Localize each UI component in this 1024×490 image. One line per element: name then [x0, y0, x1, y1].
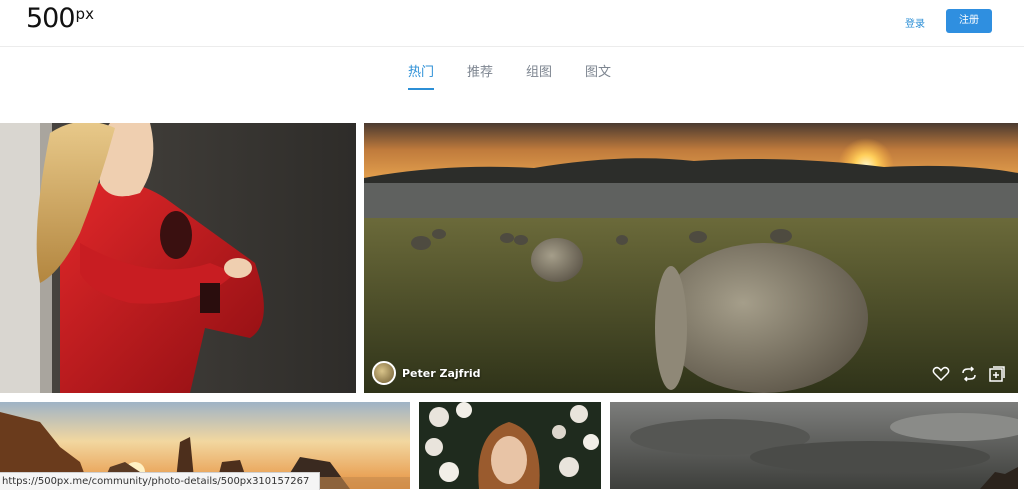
category-tabs: 热门 推荐 组图 图文: [0, 46, 1024, 116]
photo-stormy-clouds[interactable]: [610, 402, 1018, 489]
photo-woman-flowers[interactable]: [419, 402, 601, 489]
tab-hot[interactable]: 热门: [408, 61, 434, 80]
photo-hay-bales-field[interactable]: Peter Zajfrid: [364, 123, 1018, 393]
tab-recommended[interactable]: 推荐: [467, 61, 493, 80]
signup-button[interactable]: 注册: [946, 9, 992, 33]
author-avatar[interactable]: [372, 361, 396, 385]
author-name[interactable]: Peter Zajfrid: [402, 367, 481, 380]
photo-woman-red-dress[interactable]: [0, 123, 356, 393]
500px-logo[interactable]: 500px: [26, 3, 94, 34]
logo-text: 500: [26, 3, 76, 34]
status-bar-url: https://500px.me/community/photo-details…: [0, 472, 321, 490]
login-link[interactable]: 登录: [905, 15, 925, 30]
photo-caption: Peter Zajfrid: [372, 361, 481, 385]
photo-actions: [932, 365, 1006, 383]
add-to-gallery-icon[interactable]: [988, 365, 1006, 383]
tab-photo-sets[interactable]: 组图: [526, 61, 552, 80]
top-header: 500px 登录 注册: [0, 0, 1024, 47]
tab-articles[interactable]: 图文: [585, 61, 611, 80]
logo-sup-text: px: [75, 5, 94, 23]
repost-icon[interactable]: [960, 365, 978, 383]
heart-icon[interactable]: [932, 365, 950, 383]
active-tab-indicator: [408, 88, 434, 90]
